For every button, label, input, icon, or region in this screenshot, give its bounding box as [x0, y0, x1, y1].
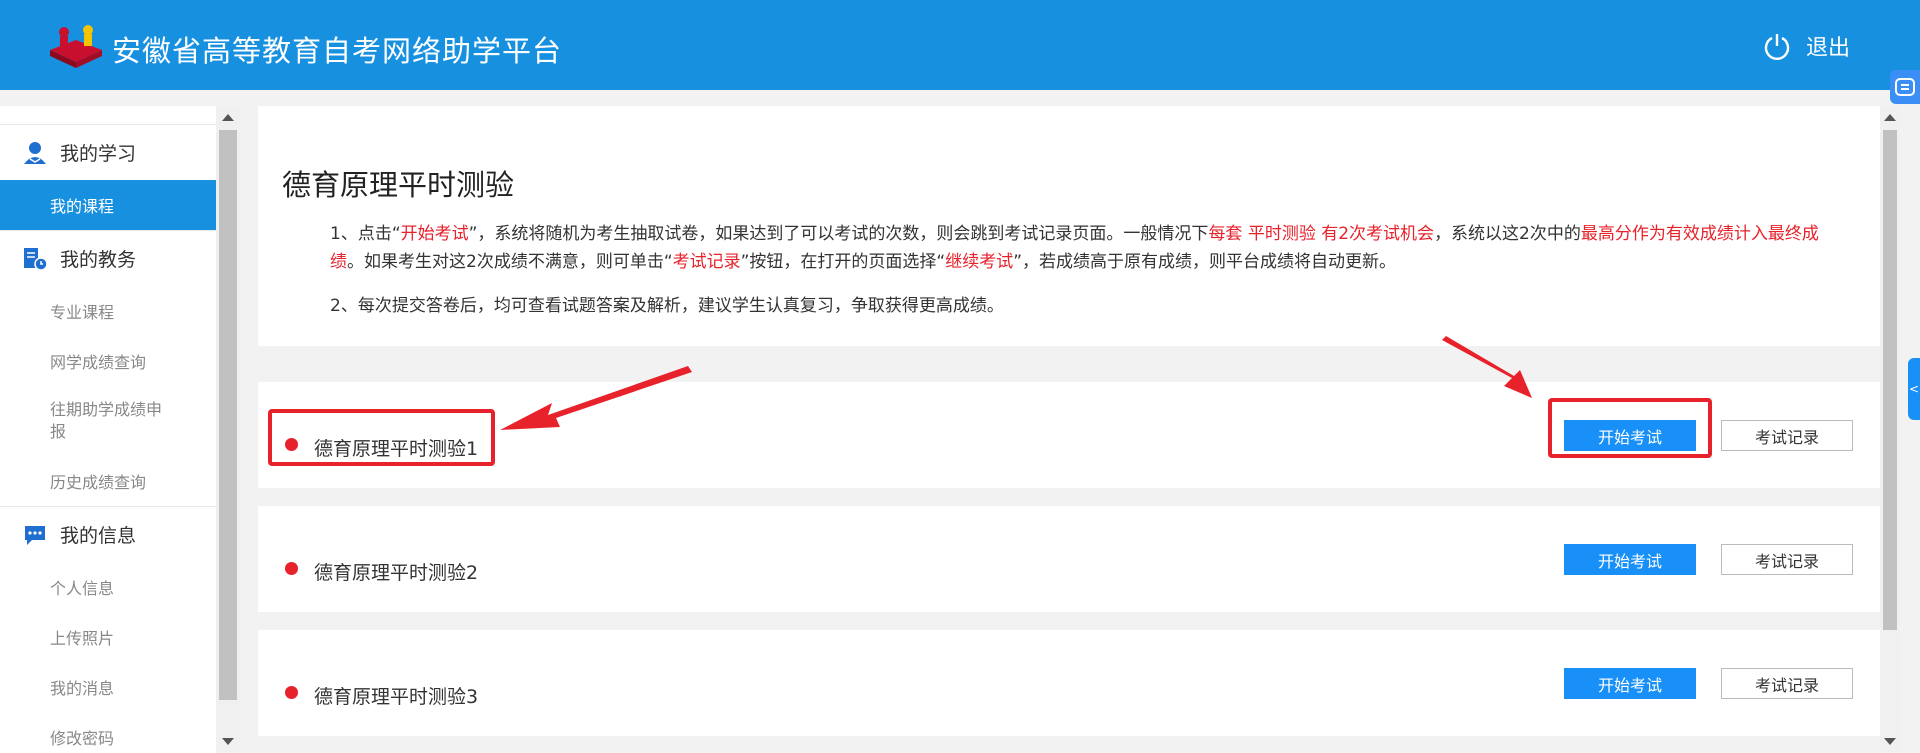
floating-tool-button[interactable]	[1890, 70, 1920, 104]
start-exam-button[interactable]: 开始考试	[1564, 544, 1696, 575]
sidebar-group-label: 我的信息	[60, 525, 137, 547]
exam-record-button[interactable]: 考试记录	[1721, 420, 1853, 451]
sidebar-item-upload-photo[interactable]: 上传照片	[0, 612, 216, 662]
site-title: 安徽省高等教育自考网络助学平台	[112, 34, 563, 68]
scroll-down-arrow-icon[interactable]	[1884, 738, 1896, 745]
scrollbar-thumb[interactable]	[1883, 130, 1897, 630]
power-icon	[1764, 34, 1790, 60]
note-highlight: 每套 平时测验 有2次考试机会	[1208, 224, 1435, 244]
sidebar-group-label: 我的学习	[60, 143, 137, 165]
note-text: ”，系统将随机为考生抽取试卷，如果达到了可以考试的次数，则会跳到考试记录页面。一…	[468, 224, 1209, 244]
user-icon	[24, 141, 46, 164]
sidebar-scrollbar[interactable]	[216, 106, 240, 753]
sidebar-item-major-courses[interactable]: 专业课程	[0, 286, 216, 336]
sidebar-item-history-score-query[interactable]: 历史成绩查询	[0, 456, 216, 506]
scroll-up-arrow-icon[interactable]	[222, 114, 234, 121]
platform-logo-icon	[50, 25, 102, 68]
sidebar-item-personal-info[interactable]: 个人信息	[0, 562, 216, 612]
scroll-down-arrow-icon[interactable]	[222, 738, 234, 745]
chat-icon	[25, 525, 45, 545]
instruction-paragraph-1: 1、点击“开始考试”，系统将随机为考生抽取试卷，如果达到了可以考试的次数，则会跳…	[330, 220, 1850, 276]
exam-row: 德育原理平时测验3 开始考试 考试记录	[258, 630, 1880, 736]
main-scrollbar[interactable]	[1880, 106, 1900, 753]
instructions-card: 德育原理平时测验 1、点击“开始考试”，系统将随机为考生抽取试卷，如果达到了可以…	[258, 106, 1880, 346]
collapse-side-tab[interactable]: <	[1908, 358, 1920, 420]
logout-button[interactable]: 退出	[1762, 30, 1850, 62]
sidebar-item-change-password[interactable]: 修改密码	[0, 712, 216, 753]
exam-record-button[interactable]: 考试记录	[1721, 544, 1853, 575]
instruction-paragraph-2: 2、每次提交答卷后，均可查看试题答案及解析，建议学生认真复习，争取获得更高成绩。	[330, 296, 1004, 316]
tool-icon	[1895, 78, 1915, 96]
sidebar-group-my-info[interactable]: 我的信息	[0, 506, 216, 562]
highlight-box-exam-name	[268, 409, 495, 466]
page-title: 德育原理平时测验	[282, 168, 515, 202]
scroll-up-arrow-icon[interactable]	[1884, 114, 1896, 121]
sidebar-group-my-study[interactable]: 我的学习	[0, 124, 216, 180]
logout-label: 退出	[1805, 36, 1850, 61]
note-text: 1、点击“	[330, 224, 401, 244]
sidebar-item-past-score-report[interactable]: 往期助学成绩申报	[0, 386, 216, 456]
sidebar-group-my-affairs[interactable]: 我的教务	[0, 230, 216, 286]
note-highlight: 开始考试	[400, 224, 469, 244]
note-text: ，系统以这2次中的	[1434, 224, 1581, 244]
bullet-dot-icon	[285, 686, 298, 699]
schedule-icon	[24, 247, 48, 271]
bullet-dot-icon	[285, 562, 298, 575]
exam-row: 德育原理平时测验2 开始考试 考试记录	[258, 506, 1880, 612]
sidebar-item-online-score-query[interactable]: 网学成绩查询	[0, 336, 216, 386]
highlight-box-start-button	[1548, 398, 1712, 458]
sidebar-group-label: 我的教务	[60, 249, 137, 271]
top-header: 安徽省高等教育自考网络助学平台 退出	[0, 0, 1920, 90]
scrollbar-thumb[interactable]	[219, 130, 237, 700]
note-text: ”，若成绩高于原有成绩，则平台成绩将自动更新。	[1013, 252, 1397, 272]
note-text: 。如果考生对这2次成绩不满意，则可单击“	[347, 252, 673, 272]
note-text: ”按钮，在打开的页面选择“	[740, 252, 946, 272]
start-exam-button[interactable]: 开始考试	[1564, 668, 1696, 699]
note-highlight: 考试记录	[672, 252, 741, 272]
exam-name: 德育原理平时测验3	[314, 686, 479, 708]
note-highlight: 继续考试	[945, 252, 1014, 272]
sidebar-item-my-courses[interactable]: 我的课程	[0, 180, 216, 230]
sidebar-item-my-messages[interactable]: 我的消息	[0, 662, 216, 712]
sidebar: 我的学习 我的课程 我的教务 专业课程 网学成绩查询 往期助学成绩申报 历史成绩…	[0, 106, 216, 753]
exam-name: 德育原理平时测验2	[314, 562, 479, 584]
exam-record-button[interactable]: 考试记录	[1721, 668, 1853, 699]
